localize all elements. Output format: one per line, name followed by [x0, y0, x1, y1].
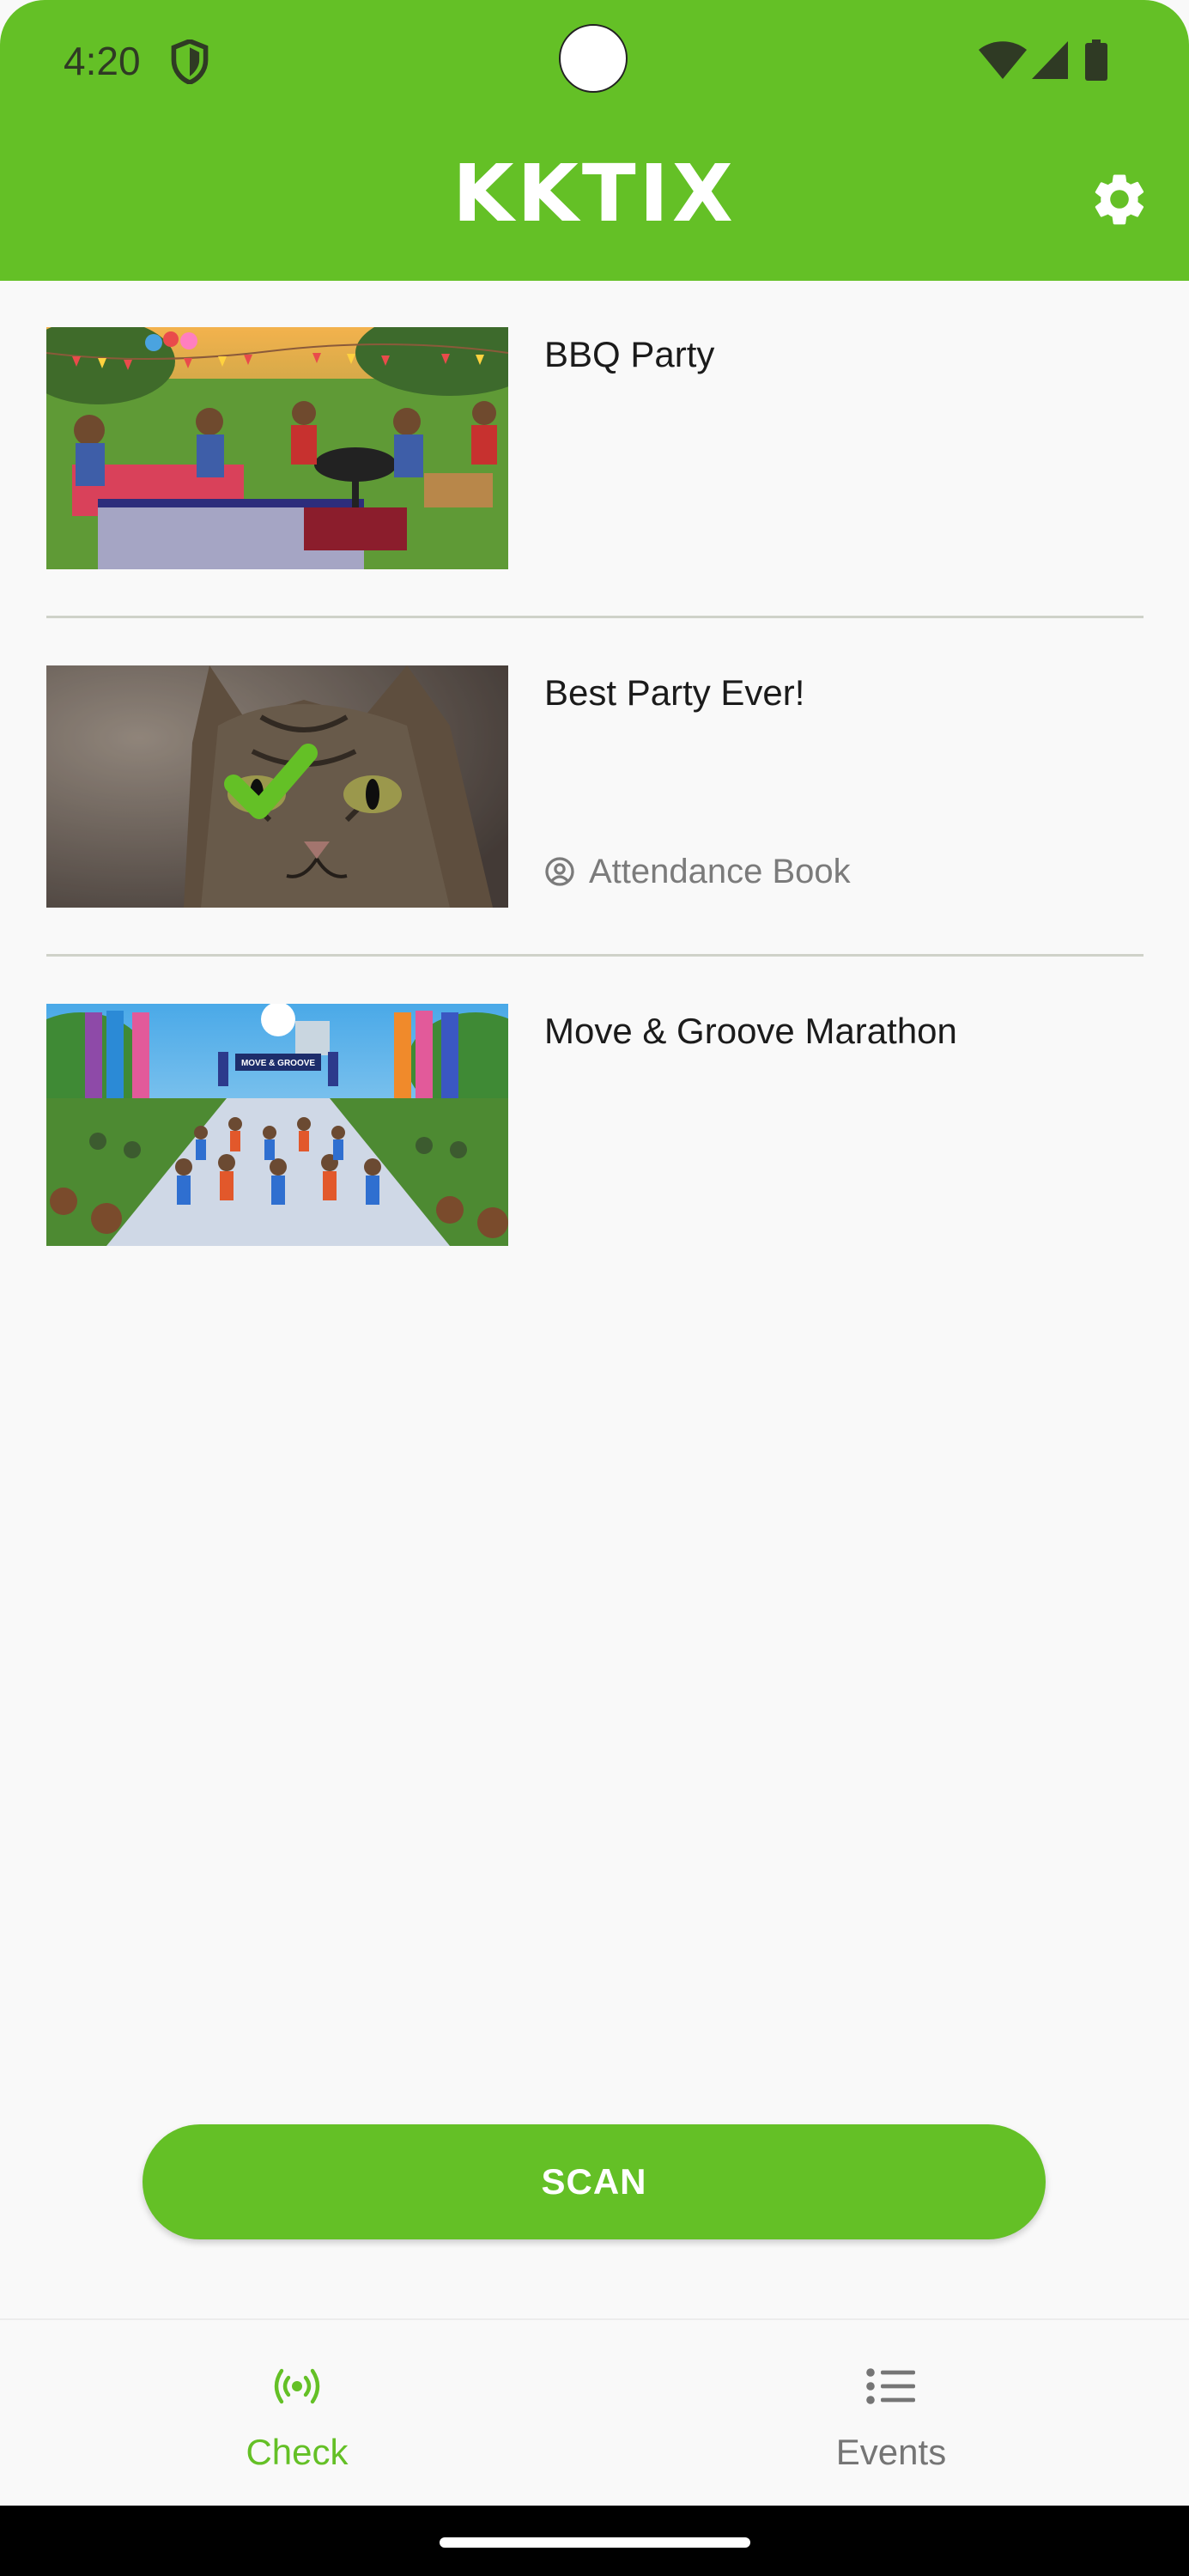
event-title: BBQ Party — [544, 334, 715, 374]
battery-icon — [1085, 39, 1107, 81]
event-title: Move & Groove Marathon — [544, 1011, 957, 1051]
camera-cutout — [559, 24, 628, 93]
home-gesture-handle[interactable] — [440, 2537, 750, 2548]
divider — [46, 616, 1144, 618]
event-row[interactable]: BBQ Party — [0, 281, 1189, 619]
banner-text: MOVE & GROOVE — [241, 1059, 315, 1068]
radio-broadcast-icon — [274, 2368, 320, 2404]
person-circle-icon — [545, 857, 574, 886]
tab-check-label: Check — [246, 2432, 349, 2472]
cell-signal-icon — [1032, 41, 1068, 79]
event-row[interactable]: MOVE & GROOVE Move & Groove Marathon — [0, 957, 1189, 1296]
event-thumbnail-bbq — [46, 327, 508, 569]
event-thumbnail-cat — [46, 665, 508, 908]
tab-check[interactable]: Check — [0, 2320, 594, 2507]
scan-button[interactable]: SCAN — [143, 2124, 1046, 2239]
event-title: Best Party Ever! — [544, 672, 805, 713]
attendance-book-label: Attendance Book — [589, 852, 851, 890]
event-thumbnail-marathon: MOVE & GROOVE — [46, 1004, 508, 1246]
wifi-icon — [979, 41, 1027, 79]
shield-icon — [171, 39, 209, 84]
gear-icon[interactable] — [1089, 168, 1150, 230]
bottom-navigation: Check Events — [0, 2318, 1189, 2507]
list-icon — [866, 2368, 915, 2404]
attendance-book-tag: Attendance Book — [544, 850, 851, 893]
tab-events-label: Events — [835, 2432, 947, 2472]
status-time: 4:20 — [64, 39, 141, 83]
event-row[interactable]: Best Party Ever! Attendance Book — [0, 619, 1189, 957]
divider — [46, 954, 1144, 957]
brand-logo: KKTIX — [452, 148, 737, 240]
app-header: 4:20 KKTIX — [0, 0, 1189, 281]
tab-events[interactable]: Events — [594, 2320, 1188, 2507]
